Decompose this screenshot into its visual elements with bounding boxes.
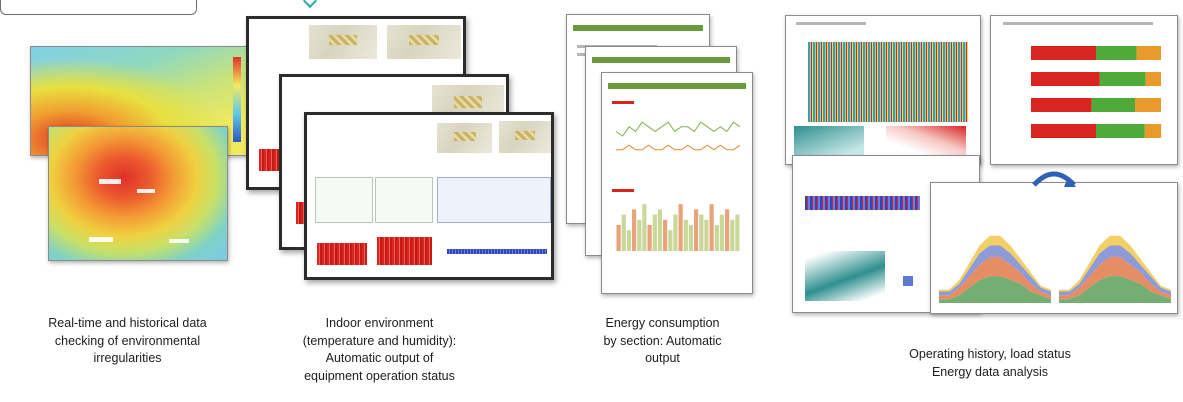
bar	[704, 219, 709, 251]
bar	[683, 219, 688, 251]
energy-report-page-3	[601, 72, 753, 294]
bar	[668, 230, 673, 251]
chevron-down-icon	[302, 0, 318, 9]
bar	[642, 204, 647, 251]
bar	[730, 219, 735, 251]
caption-line: Automatic output of	[325, 351, 434, 365]
header-tab-frame	[0, 0, 197, 15]
caption-line: equipment operation status	[304, 368, 455, 383]
bar	[725, 209, 730, 251]
caption-indoor: Indoor environment (temperature and humi…	[292, 315, 467, 385]
spike-chart	[808, 42, 968, 122]
bar-segment	[1091, 98, 1135, 112]
bar	[678, 204, 683, 251]
caption-line: Real-time and historical data	[48, 316, 207, 330]
bar	[714, 225, 719, 251]
caption-line: Energy data analysis	[931, 364, 1049, 379]
energy-area-chart-left	[939, 235, 1051, 303]
bar-segment	[1031, 124, 1096, 138]
heatmap-screenshot-front	[48, 126, 228, 261]
bar	[709, 204, 714, 251]
bar	[652, 214, 657, 251]
bar	[735, 214, 740, 251]
energy-line-chart	[616, 121, 740, 151]
bar-segment	[1136, 46, 1161, 60]
bar	[694, 209, 699, 251]
bar	[632, 209, 637, 251]
indoor-screenshot-3	[304, 112, 554, 280]
series-line	[616, 121, 740, 137]
bar	[626, 230, 631, 251]
bar	[637, 219, 642, 251]
load-status-bars	[1031, 46, 1162, 138]
bar	[621, 214, 626, 251]
bar	[673, 214, 678, 251]
bar-segment	[1031, 72, 1100, 86]
bar	[688, 225, 693, 251]
energy-bar-chart	[616, 204, 740, 251]
bar-segment	[1099, 72, 1146, 86]
caption-line: Indoor environment	[325, 316, 434, 330]
bar-segment	[1096, 46, 1137, 60]
caption-line: Energy consumption	[605, 316, 720, 330]
compare-arrow-icon	[1032, 171, 1076, 187]
colorbar	[233, 57, 241, 142]
caption-environment: Real-time and historical data checking o…	[15, 315, 240, 368]
caption-energy: Energy consumption by section: Automatic…	[575, 315, 750, 368]
bar	[719, 214, 724, 251]
bar-segment	[1145, 72, 1161, 86]
caption-line: irregularities	[93, 351, 162, 365]
caption-line: checking of environmental	[54, 333, 201, 348]
energy-analysis-screenshot	[930, 182, 1178, 314]
caption-operating: Operating history, load status Energy da…	[880, 346, 1100, 381]
operating-history-screenshot	[785, 15, 981, 165]
bar-segment	[1135, 98, 1161, 112]
caption-line: (temperature and humidity):	[302, 333, 457, 348]
caption-line: output	[645, 351, 680, 365]
caption-line: by section: Automatic	[603, 333, 722, 348]
load-status-screenshot	[990, 15, 1178, 165]
bar-segment	[1096, 124, 1145, 138]
series-line	[616, 144, 740, 151]
bar	[647, 225, 652, 251]
caption-line: Operating history, load status	[909, 347, 1071, 361]
bar	[699, 214, 704, 251]
bar	[616, 225, 621, 251]
bar	[657, 209, 662, 251]
bar-segment	[1144, 124, 1162, 138]
energy-area-chart-right	[1059, 235, 1171, 303]
bar-segment	[1031, 46, 1096, 60]
bar	[663, 219, 668, 251]
bar-segment	[1031, 98, 1092, 112]
